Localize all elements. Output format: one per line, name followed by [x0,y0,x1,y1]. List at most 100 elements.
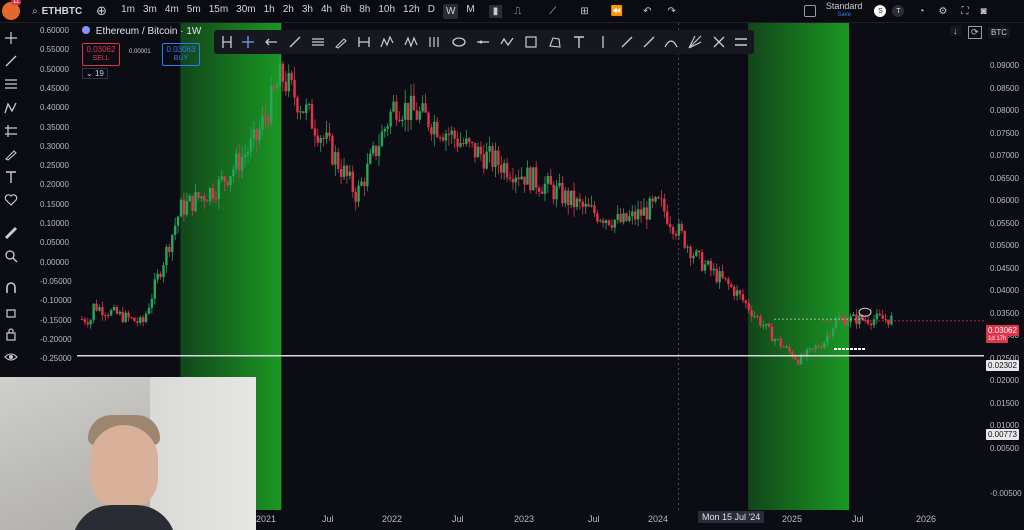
arrow-tool-icon[interactable] [264,35,278,49]
time-axis[interactable]: 2021 Jul 2022 Jul 2023 Jul 2024 2025 Jul 2026 Mon … [256,510,984,530]
axis-auto-icon[interactable]: ⟳ [968,26,982,39]
fib-tool-icon[interactable] [428,35,442,49]
long-position-icon[interactable] [620,35,634,49]
buy-button[interactable]: 0.03063 BUY [162,43,200,66]
xabcd-tool-icon[interactable] [404,35,418,49]
gann-tool-icon[interactable] [688,35,702,49]
indicators-icon[interactable]: ⟋ [549,6,556,17]
layout-grid-icon[interactable]: ⊞ [580,6,588,17]
interval-4m[interactable]: 4m [165,4,179,19]
ray-tool-icon[interactable] [476,35,490,49]
candle-body [141,317,145,322]
text-tool-icon-2[interactable] [572,35,586,49]
camera-icon[interactable]: ◙ [980,6,986,17]
brush-tool-icon[interactable] [334,35,348,49]
candle-body [179,199,183,217]
ellipse-tool-icon[interactable] [452,35,466,49]
pattern-icon[interactable] [4,101,18,115]
chart-legend: Ethereum / Bitcoin · 1W [82,26,201,37]
heart-icon[interactable] [4,193,18,207]
candle-body [567,190,570,206]
candle-body [264,116,267,118]
candle-body [369,153,372,164]
curve-tool-icon[interactable] [664,35,678,49]
candle-body [185,201,189,215]
candle-body [698,250,701,253]
cursor-tool-icon[interactable] [220,35,234,49]
highlight-zone [748,23,850,510]
zoom-icon[interactable] [4,249,18,263]
candle-type-icon[interactable]: ▮ [488,4,503,18]
drawing-settings-icon[interactable] [734,35,748,49]
path-tool-icon[interactable] [500,35,514,49]
symbol-search[interactable]: ETHBTC [42,6,83,17]
candle-body [718,271,721,283]
range-tool-icon[interactable] [357,35,371,49]
text-tool-icon[interactable] [4,170,18,184]
indicator-template-icon[interactable]: ⎍ [514,6,521,17]
search-icon[interactable]: ⌕ [32,6,38,17]
interval-3h[interactable]: 3h [302,4,313,19]
sell-button[interactable]: 0.03062 SELL [82,43,120,66]
polyline-tool-icon[interactable] [548,35,562,49]
lock-icon[interactable] [4,327,18,341]
axis-currency[interactable]: BTC [988,27,1010,38]
candle-body [450,130,453,135]
interval-3m[interactable]: 3m [143,4,157,19]
interval-6h[interactable]: 6h [340,4,351,19]
avatar-s[interactable]: S [874,5,887,17]
indicators-toggle[interactable]: ⌄ 19 [82,68,108,79]
vertical-line-tool-icon[interactable] [596,35,610,49]
candle-body [203,196,206,201]
interval-5m[interactable]: 5m [187,4,201,19]
redo-icon[interactable]: ↷ [668,6,676,17]
legend-title[interactable]: Ethereum / Bitcoin · 1W [96,26,202,37]
magnet-icon[interactable] [4,281,18,295]
candle-body [779,338,782,347]
replay-icon[interactable]: ⏪ [611,6,623,17]
remove-drawings-icon[interactable] [712,35,726,49]
candle-body [302,111,305,113]
ruler-icon[interactable] [4,226,18,240]
alert-icon[interactable]: ◔ [918,6,924,17]
undo-icon[interactable]: ↶ [643,6,651,17]
interval-10h[interactable]: 10h [378,4,395,19]
brush-icon[interactable] [4,147,18,161]
axis-menu-icon[interactable]: ↓ [950,26,961,36]
interval-D[interactable]: D [428,4,435,19]
rectangle-tool-icon[interactable] [524,35,538,49]
candle-body [267,117,270,123]
elliott-tool-icon[interactable] [380,35,394,49]
layout-name-group[interactable]: Standard Save [826,2,863,20]
interval-12h[interactable]: 12h [403,4,420,19]
avatar-t[interactable]: T [892,5,905,17]
channel-tool-icon[interactable] [311,35,325,49]
interval-30m[interactable]: 30m [236,4,255,19]
candle-body [270,85,273,123]
fib-icon[interactable] [4,77,18,91]
right-price-axis[interactable]: ↓ ⟳ BTC 0.09000 0.08500 0.08000 0.07500 0.07… [950,23,1024,530]
prediction-icon[interactable] [4,124,18,138]
interval-15m[interactable]: 15m [209,4,228,19]
notification-badge: 11 [11,0,22,5]
crosshair-tool-icon[interactable] [241,35,255,49]
fullscreen-icon[interactable]: ⛶ [961,6,968,17]
interval-4h[interactable]: 4h [321,4,332,19]
interval-8h[interactable]: 8h [359,4,370,19]
trendline-icon[interactable] [4,54,18,68]
lock-drawings-icon[interactable] [4,304,18,318]
line-tool-icon[interactable] [288,35,302,49]
interval-M[interactable]: M [466,4,474,19]
settings-icon[interactable]: ⚙ [938,6,947,17]
candle-body [427,112,430,128]
interval-1h[interactable]: 1h [264,4,275,19]
pen-tool-icon[interactable] [642,35,656,49]
crosshair-icon[interactable] [4,31,18,45]
interval-W[interactable]: W [442,3,459,19]
interval-1m[interactable]: 1m [121,4,135,19]
add-symbol-icon[interactable]: ⊕ [96,3,107,19]
avatar[interactable]: 11 [2,0,22,20]
layout-checkbox[interactable] [803,5,816,17]
eye-icon[interactable] [4,350,18,364]
interval-2h[interactable]: 2h [283,4,294,19]
